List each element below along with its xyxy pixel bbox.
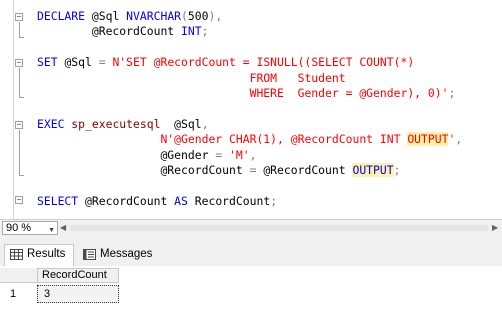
code-line[interactable]: @RecordCount = @RecordCount OUTPUT; bbox=[37, 163, 400, 178]
horizontal-scrollbar[interactable] bbox=[70, 225, 488, 231]
code-token: ( bbox=[181, 9, 188, 23]
editor-gutter bbox=[0, 0, 14, 219]
code-token: EXEC bbox=[37, 116, 72, 131]
grid-icon bbox=[10, 249, 23, 260]
collapse-exec-icon[interactable]: − bbox=[15, 121, 23, 129]
zoom-value: 90 % bbox=[6, 222, 32, 234]
code-token: SET bbox=[37, 55, 65, 70]
code-token: WHERE Gender = @Gender), 0)' bbox=[37, 86, 449, 100]
fold-line bbox=[19, 22, 20, 38]
code-token: FROM Student bbox=[37, 70, 346, 85]
code-token: @Sql bbox=[91, 9, 127, 23]
code-token: = bbox=[249, 163, 264, 177]
code-token: INT bbox=[181, 24, 202, 39]
grid-corner bbox=[0, 268, 37, 283]
results-tabs: Results Messages bbox=[0, 236, 502, 267]
code-token: AS bbox=[174, 193, 195, 208]
code-token: ), bbox=[208, 9, 223, 23]
code-token: DECLARE bbox=[37, 9, 92, 23]
fold-end bbox=[19, 37, 24, 38]
fold-line bbox=[19, 68, 20, 98]
code-token: N'SET @RecordCount = ISNULL((SELECT COUN… bbox=[112, 55, 415, 70]
code-token: , bbox=[455, 132, 463, 147]
code-token: 'M' bbox=[229, 147, 250, 162]
code-token: SELECT bbox=[37, 193, 86, 208]
code-line[interactable]: DECLARE @Sql NVARCHAR(500), bbox=[37, 9, 222, 24]
code-token: ; bbox=[201, 24, 209, 39]
scroll-left-icon[interactable]: ◀ bbox=[60, 223, 66, 232]
results-grid: RecordCount 1 3 bbox=[0, 266, 502, 321]
code-token: @Sql bbox=[64, 55, 99, 70]
code-token: @RecordCount bbox=[85, 193, 175, 208]
code-token: OUTPUT bbox=[407, 132, 449, 147]
fold-end bbox=[19, 175, 24, 176]
code-token: N'@Gender CHAR(1), @RecordCount INT bbox=[37, 132, 408, 147]
code-token: NVARCHAR bbox=[126, 9, 182, 23]
query-editor[interactable]: − − − − DECLARE @Sql NVARCHAR(500), @Rec… bbox=[0, 0, 502, 219]
zoom-bar: 90 % ▼ ◀ ▶ bbox=[0, 219, 502, 236]
code-line[interactable]: N'@Gender CHAR(1), @RecordCount INT OUTP… bbox=[37, 132, 462, 147]
code-line[interactable]: SELECT @RecordCount AS RecordCount; bbox=[37, 194, 277, 209]
code-token: sp_executesql bbox=[71, 116, 175, 131]
code-token: @RecordCount bbox=[263, 163, 353, 177]
code-line[interactable]: @Gender = 'M', bbox=[37, 148, 256, 163]
collapse-set-icon[interactable]: − bbox=[15, 59, 23, 67]
row-number: 1 bbox=[10, 288, 17, 300]
code-token: @Sql bbox=[174, 116, 202, 131]
code-line[interactable]: EXEC sp_executesql @Sql, bbox=[37, 117, 208, 132]
code-token: , bbox=[249, 147, 257, 162]
code-token: ; bbox=[448, 86, 456, 100]
code-line[interactable]: FROM Student bbox=[37, 71, 346, 86]
code-token: = bbox=[215, 147, 230, 162]
fold-end bbox=[19, 97, 24, 98]
messages-icon bbox=[83, 249, 96, 260]
code-token: ; bbox=[393, 163, 401, 177]
code-token: 500 bbox=[187, 9, 209, 23]
collapse-declare-icon[interactable]: − bbox=[15, 13, 23, 21]
code-line[interactable]: WHERE Gender = @Gender), 0)'; bbox=[37, 86, 456, 101]
code-token: OUTPUT bbox=[352, 163, 394, 177]
code-token: ; bbox=[270, 193, 278, 208]
tab-results[interactable]: Results bbox=[4, 244, 74, 266]
fold-line bbox=[19, 130, 20, 176]
tab-messages-label: Messages bbox=[100, 248, 153, 260]
column-header-recordcount[interactable]: RecordCount bbox=[37, 268, 119, 283]
tab-messages[interactable]: Messages bbox=[78, 245, 158, 265]
collapse-select-icon[interactable]: − bbox=[15, 196, 23, 204]
code-line[interactable]: @RecordCount INT; bbox=[37, 24, 209, 39]
grid-cell-recordcount[interactable]: 3 bbox=[37, 285, 119, 303]
code-token: = bbox=[98, 55, 113, 70]
code-token: RecordCount bbox=[194, 193, 271, 208]
code-token: @Gender bbox=[37, 147, 216, 162]
code-token: @RecordCount bbox=[37, 24, 182, 39]
zoom-dropdown[interactable]: 90 % ▼ bbox=[2, 221, 58, 235]
code-token: @RecordCount bbox=[37, 163, 250, 177]
tab-results-label: Results bbox=[27, 248, 66, 260]
code-line[interactable]: SET @Sql = N'SET @RecordCount = ISNULL((… bbox=[37, 55, 414, 70]
code-token: , bbox=[201, 116, 209, 131]
scroll-right-icon[interactable]: ▶ bbox=[492, 223, 498, 232]
